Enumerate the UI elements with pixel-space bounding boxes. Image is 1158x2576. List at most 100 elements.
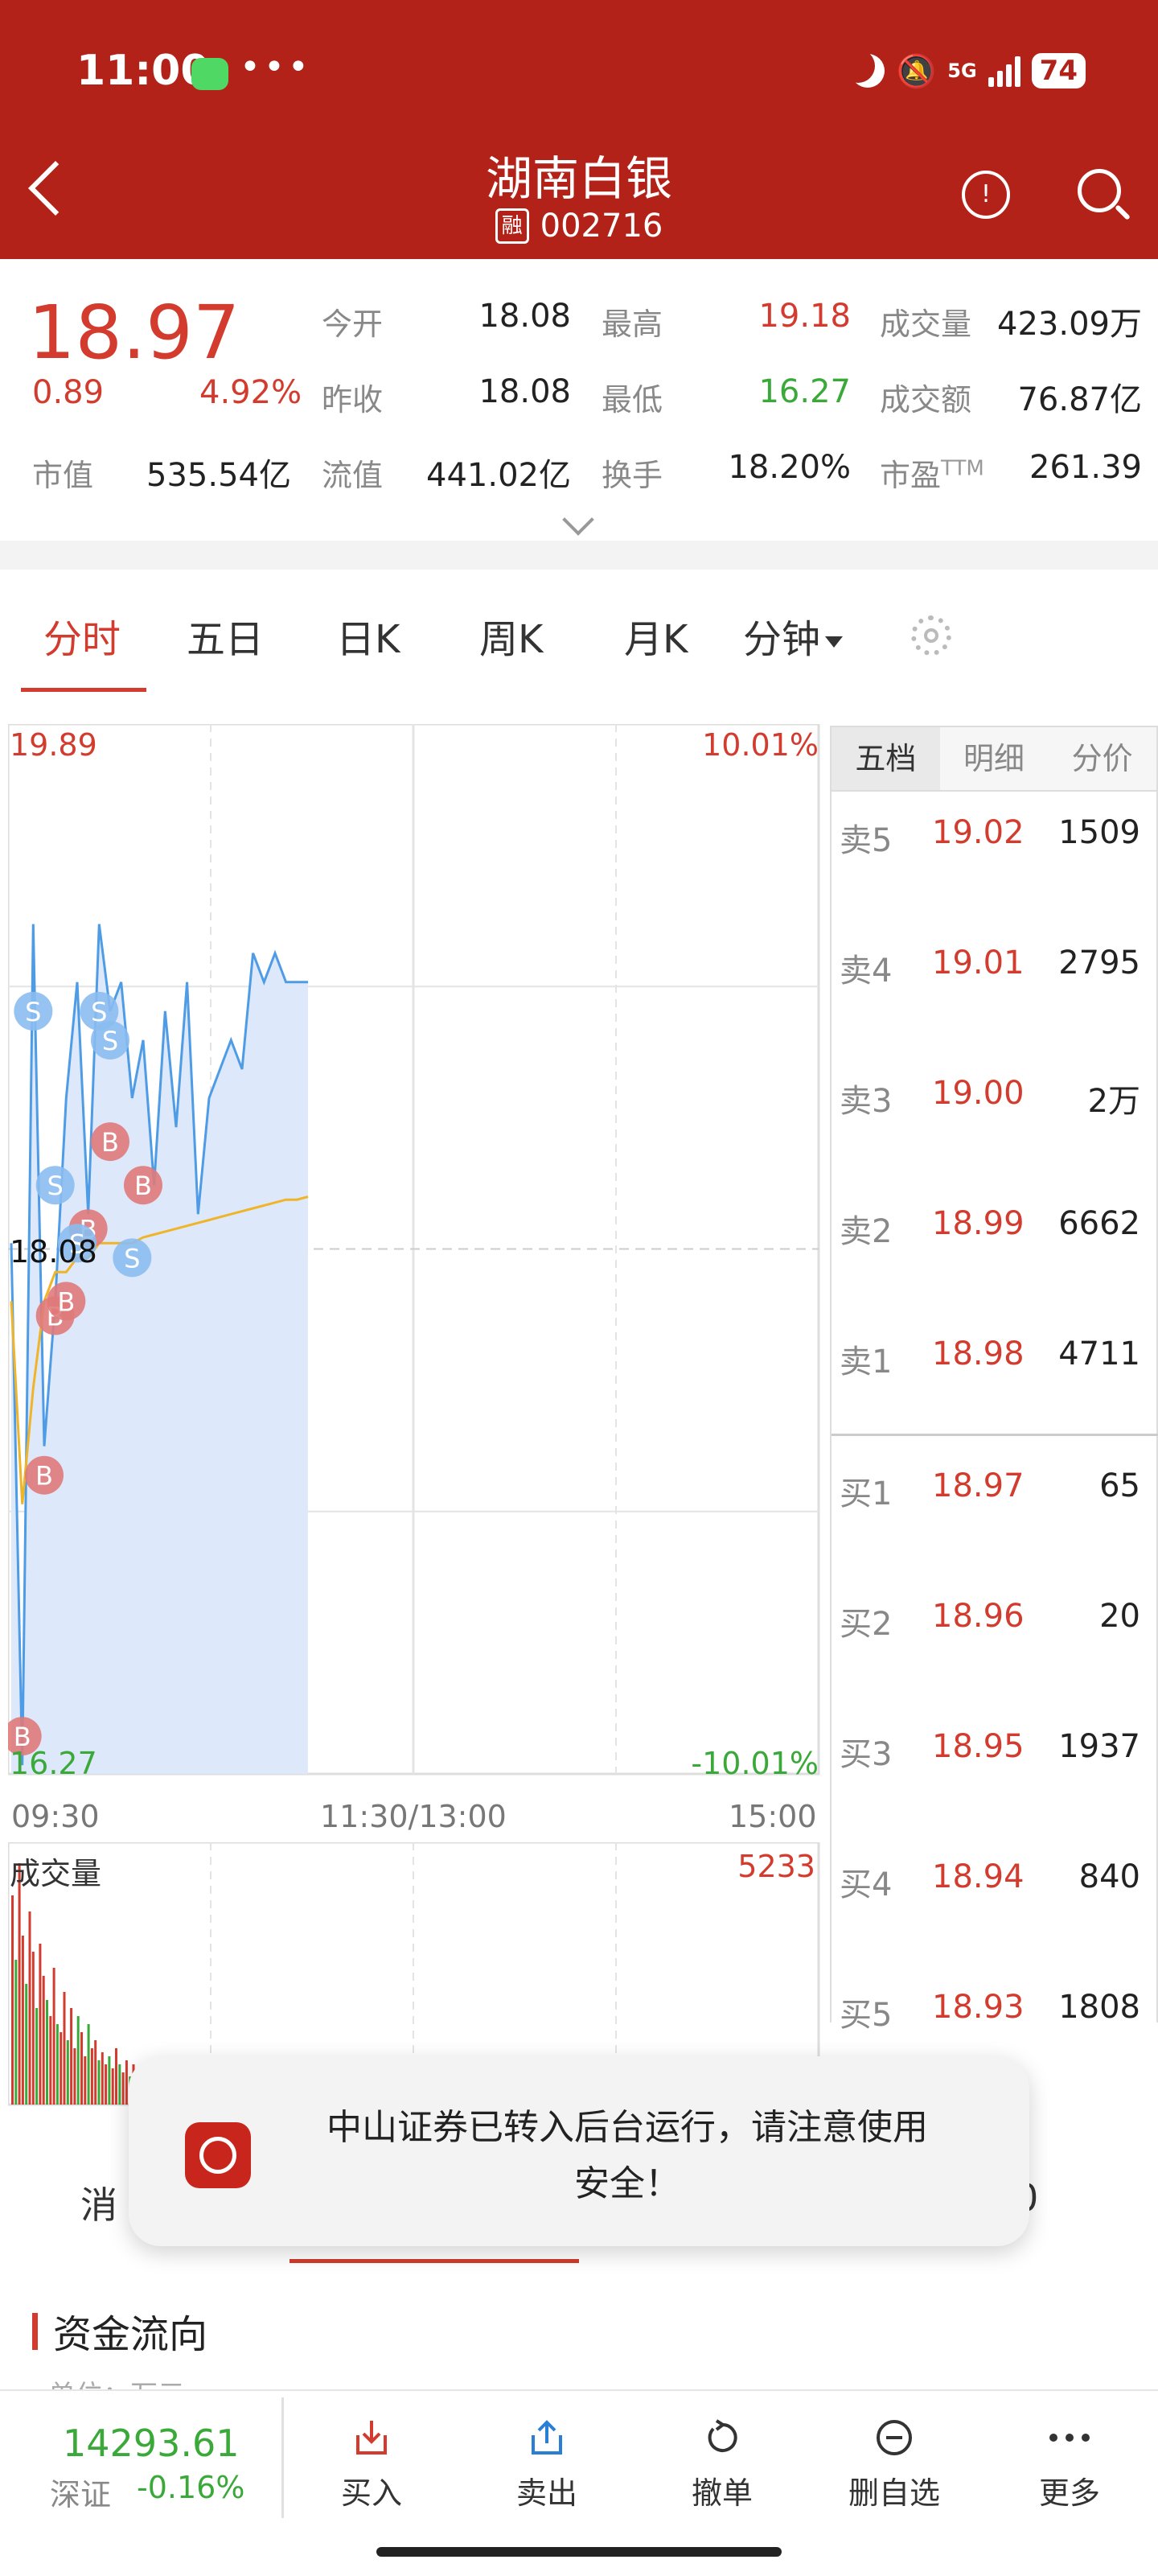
ask-row[interactable]: 卖1 18.98 4711 [840,1335,1150,1382]
volume-title: 成交量 [10,1856,102,1891]
level-volume: 65 [1099,1467,1140,1504]
volume-bar [35,2008,39,2105]
volume-bar [118,2064,121,2105]
level-volume: 2795 [1058,944,1140,981]
cancel-order-button[interactable]: 撤单 [642,2412,803,2512]
current-price: 18.97 [28,290,240,376]
level-price: 18.98 [932,1335,1025,1372]
section-divider [0,541,1158,570]
volume-bar [90,2048,93,2105]
search-icon[interactable] [1078,169,1121,212]
volume-bar [25,1984,28,2105]
lower-tab-left[interactable]: 消 [80,2176,117,2229]
bid-row[interactable]: 买4 18.94 840 [840,1858,1150,1905]
bid-row[interactable]: 买2 18.96 20 [840,1598,1150,1644]
level-volume: 1808 [1058,1989,1140,2026]
toast-message: 中山证券已转入后台运行，请注意使用 安全！ [326,2107,928,2204]
intraday-chart[interactable]: BBBBBBBSSSSSS [8,724,820,1802]
buy-button[interactable]: 买入 [291,2412,452,2512]
bottom-separator [281,2397,284,2518]
mute-icon: 🔕 [896,52,937,90]
volume-bar [84,2056,87,2105]
volume-bar [108,2056,111,2105]
sell-marker: S [90,1020,129,1060]
chart-bottom-price: 16.27 [10,1746,97,1781]
tab-five-day[interactable]: 五日 [187,607,264,664]
level-price: 18.99 [932,1205,1025,1242]
price-alert-icon[interactable]: ! [962,171,1010,219]
volume-bar [31,1952,35,2105]
tab-five-levels[interactable]: 五档 [832,727,940,790]
turnover-rate-value: 18.20% [728,449,851,486]
index-value[interactable]: 14293.61 [63,2422,240,2465]
lower-tab-indicator [290,2259,579,2263]
dropdown-arrow-icon [825,636,844,648]
level-price: 19.00 [932,1075,1025,1112]
time-label-close: 15:00 [729,1799,817,1834]
volume-bar [115,2048,117,2105]
chart-top-price: 19.89 [10,727,97,763]
market-cap-label: 市值 [32,458,94,493]
volume-bar [46,2000,48,2105]
sell-icon [466,2412,627,2463]
time-label-midday: 11:30/13:00 [320,1799,507,1834]
level-label: 卖2 [840,1213,893,1250]
settings-gear-icon[interactable] [911,615,951,656]
volume-bar [66,2040,69,2105]
level-price: 18.97 [932,1467,1025,1504]
ask-row[interactable]: 卖2 18.99 6662 [840,1205,1150,1252]
volume-bar [42,1976,45,2105]
network-label: 5G [947,60,977,82]
bid-row[interactable]: 买1 18.97 65 [840,1467,1150,1514]
section-accent-bar [32,2313,38,2350]
ask-row[interactable]: 卖3 19.00 2万 [840,1075,1150,1121]
bid-row[interactable]: 买5 18.93 1808 [840,1989,1150,2035]
level-volume: 4711 [1058,1335,1140,1372]
buy-icon [291,2412,452,2463]
svg-text:S: S [47,1171,64,1201]
market-cap-value: 535.54亿 [146,457,291,494]
volume-bar [39,1944,42,2105]
volume-bar [97,2060,101,2105]
bid-row[interactable]: 买3 18.95 1937 [840,1728,1150,1775]
level-volume: 20 [1099,1598,1140,1635]
ask-row[interactable]: 卖5 19.02 1509 [840,814,1150,861]
volume-bar [52,1968,55,2105]
tab-weekly-k[interactable]: 周K [479,607,543,664]
home-indicator[interactable] [376,2547,782,2557]
pe-value: 261.39 [1029,449,1142,486]
volume-bar [125,2060,128,2105]
volume-bar [73,2048,76,2105]
tab-daily-k[interactable]: 日K [336,607,400,664]
remove-watchlist-button[interactable]: 删自选 [814,2412,975,2512]
tab-minute[interactable]: 分钟 [743,607,844,664]
level-price: 18.93 [932,1989,1025,2026]
volume-bar [94,2040,97,2105]
volume-bar [105,2064,108,2105]
app-logo-icon [185,2122,251,2188]
tab-intraday[interactable]: 分时 [43,607,121,664]
svg-text:B: B [101,1127,119,1158]
volume-bar [76,2016,80,2105]
tab-monthly-k[interactable]: 月K [624,607,688,664]
volume-bar [121,2072,125,2105]
open-value: 18.08 [478,298,571,335]
buy-marker: B [47,1282,86,1321]
expand-chevron-icon[interactable] [562,504,594,536]
level-label: 买4 [840,1866,893,1903]
more-button[interactable]: 更多 [989,2412,1150,2512]
float-cap-label: 流值 [322,458,384,493]
ask-row[interactable]: 卖4 19.01 2795 [840,944,1150,991]
svg-text:S: S [25,997,41,1027]
level-label: 卖3 [840,1083,893,1120]
tab-details[interactable]: 明细 [940,727,1049,790]
level-price: 18.95 [932,1728,1025,1765]
prev-close-label: 昨收 [322,382,384,418]
ttm-superscript: TTM [941,456,984,481]
order-book: 五档 明细 分价 卖5 19.02 1509 卖4 19.01 2795 卖3 19.00 2万… [830,726,1158,2101]
price-change-pct: 4.92% [199,374,302,411]
level-price: 18.94 [932,1858,1025,1895]
sell-button[interactable]: 卖出 [466,2412,627,2512]
tab-price-distribution[interactable]: 分价 [1048,727,1156,790]
stock-code: 002716 [540,208,663,245]
